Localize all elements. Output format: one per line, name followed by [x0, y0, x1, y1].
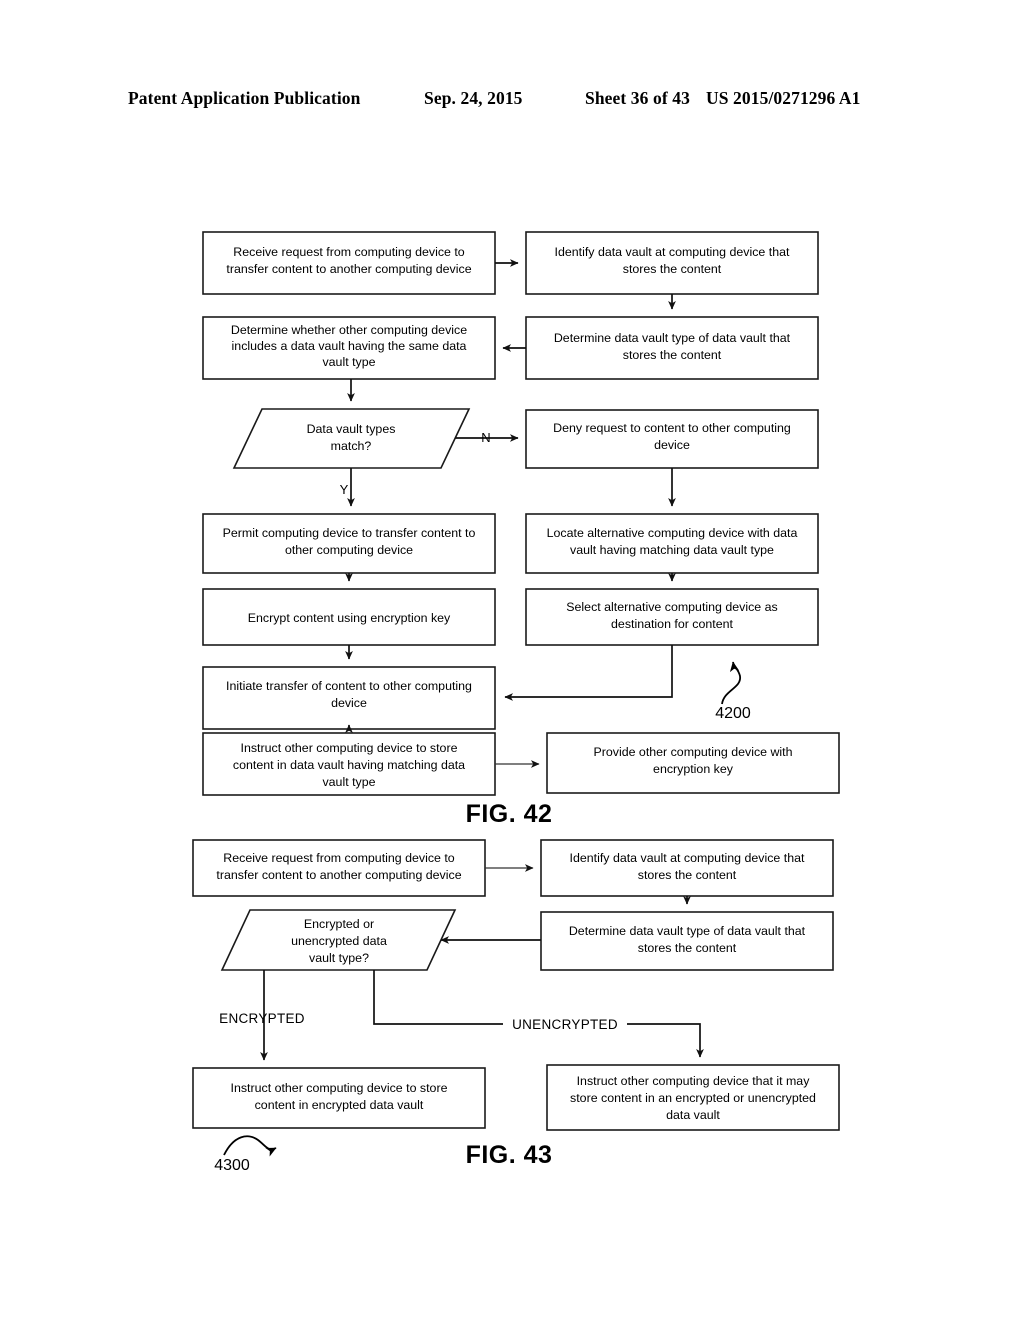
flow-node-f42-n4: Determine data vault type of data vault …: [525, 316, 819, 380]
flow-node-f43-n2: Identify data vault at computing device …: [540, 839, 834, 897]
node-text-line: Receive request from computing device to: [233, 245, 465, 259]
node-text-line: encryption key: [653, 762, 734, 776]
flow-node-f42-n10: Select alternative computing device as d…: [525, 588, 819, 646]
node-text-line: store content in an encrypted or unencry…: [570, 1091, 816, 1105]
node-text-line: vault type: [322, 775, 375, 789]
node-text-line: stores the content: [638, 868, 737, 882]
node-text-line: Identify data vault at computing device …: [555, 245, 790, 259]
flow-node-f42-n2: Identify data vault at computing device …: [525, 231, 819, 295]
node-text-line: vault type?: [309, 951, 369, 965]
flow-node-f43-n6: Instruct other computing device that it …: [546, 1064, 840, 1131]
edge-f43-unencrypted-segment-right: [627, 1023, 704, 1058]
figure-43: Receive request from computing device to…: [192, 839, 840, 1174]
node-text-line: content in encrypted data vault: [255, 1098, 424, 1112]
branch-label-encrypted: ENCRYPTED: [219, 1011, 305, 1026]
patent-drawing-page: Patent Application Publication Sep. 24, …: [0, 0, 1024, 1320]
flow-node-f42-n8: Locate alternative computing device with…: [525, 513, 819, 574]
figure-caption-42: FIG. 42: [466, 800, 553, 828]
flow-node-f42-n7: Permit computing device to transfer cont…: [202, 513, 496, 574]
node-text-line: transfer content to another computing de…: [216, 868, 461, 882]
node-text-line: Deny request to content to other computi…: [553, 421, 791, 435]
flow-node-f43-n4: Determine data vault type of data vault …: [540, 911, 834, 971]
node-text-line: includes a data vault having the same da…: [232, 339, 467, 353]
figure-caption-43: FIG. 43: [466, 1141, 553, 1169]
node-text-line: Permit computing device to transfer cont…: [223, 526, 476, 540]
node-text-line: Identify data vault at computing device …: [570, 851, 805, 865]
node-text-line: Initiate transfer of content to other co…: [226, 679, 472, 693]
node-text-line: Determine data vault type of data vault …: [569, 924, 806, 938]
node-text-line: data vault: [666, 1108, 720, 1122]
flow-node-f42-n12: Instruct other computing device to store…: [202, 732, 496, 796]
flow-node-f43-n3: Encrypted or unencrypted data vault type…: [220, 909, 457, 971]
node-text-line: Determine data vault type of data vault …: [554, 331, 791, 345]
node-text-line: Receive request from computing device to: [223, 851, 455, 865]
flow-node-f42-n11: Initiate transfer of content to other co…: [202, 666, 496, 730]
branch-label-yes: Y: [340, 482, 349, 497]
edge-n10-to-n11: [504, 645, 673, 701]
node-text-line: destination for content: [611, 617, 733, 631]
node-text-line: Instruct other computing device to store: [241, 741, 458, 755]
node-text-line: stores the content: [623, 348, 722, 362]
figure-42: Receive request from computing device to…: [202, 231, 840, 828]
flow-node-f43-n5: Instruct other computing device to store…: [192, 1067, 486, 1129]
node-text-line: stores the content: [638, 941, 737, 955]
flow-node-f42-n6: Deny request to content to other computi…: [525, 409, 819, 469]
flow-node-f42-n13: Provide other computing device with encr…: [546, 732, 840, 794]
node-text-line: Instruct other computing device that it …: [577, 1074, 811, 1088]
node-text-line: other computing device: [285, 543, 413, 557]
node-text-line: Select alternative computing device as: [566, 600, 777, 614]
reference-numeral-text: 4300: [214, 1157, 250, 1174]
node-text-line: Encrypted or: [304, 917, 374, 931]
node-text-line: Locate alternative computing device with…: [547, 526, 798, 540]
node-text-line: device: [331, 696, 367, 710]
reference-numeral-4200: 4200: [715, 661, 751, 722]
flow-node-f42-n1: Receive request from computing device to…: [202, 231, 496, 295]
node-text-line: content in data vault having matching da…: [233, 758, 465, 772]
reference-numeral-4300: 4300: [214, 1135, 277, 1174]
node-text-line: device: [654, 438, 690, 452]
edge-f43-unencrypted-segment-left: [373, 970, 503, 1025]
flowchart-figures: Receive request from computing device to…: [192, 231, 840, 1174]
flow-node-f42-n9: Encrypt content using encryption key: [202, 588, 496, 646]
flow-node-f42-n3: Determine whether other computing device…: [202, 316, 496, 380]
node-text-line: Data vault types: [307, 422, 396, 436]
branch-label-unencrypted: UNENCRYPTED: [512, 1017, 618, 1032]
reference-numeral-text: 4200: [715, 705, 751, 722]
node-text-line: stores the content: [623, 262, 722, 276]
node-text-line: vault type: [322, 355, 375, 369]
flow-node-f42-n5: Data vault types match?: [232, 408, 471, 469]
node-text-line: Provide other computing device with: [593, 745, 792, 759]
node-text-line: Determine whether other computing device: [231, 323, 467, 337]
node-text-line: Instruct other computing device to store: [231, 1081, 448, 1095]
node-text-line: unencrypted data: [291, 934, 387, 948]
branch-label-no: N: [481, 430, 490, 445]
node-text-line: vault having matching data vault type: [570, 543, 774, 557]
node-text-line: match?: [331, 439, 372, 453]
node-text-line: transfer content to another computing de…: [226, 262, 471, 276]
node-text-line: Encrypt content using encryption key: [248, 611, 451, 625]
flow-node-f43-n1: Receive request from computing device to…: [192, 839, 486, 897]
